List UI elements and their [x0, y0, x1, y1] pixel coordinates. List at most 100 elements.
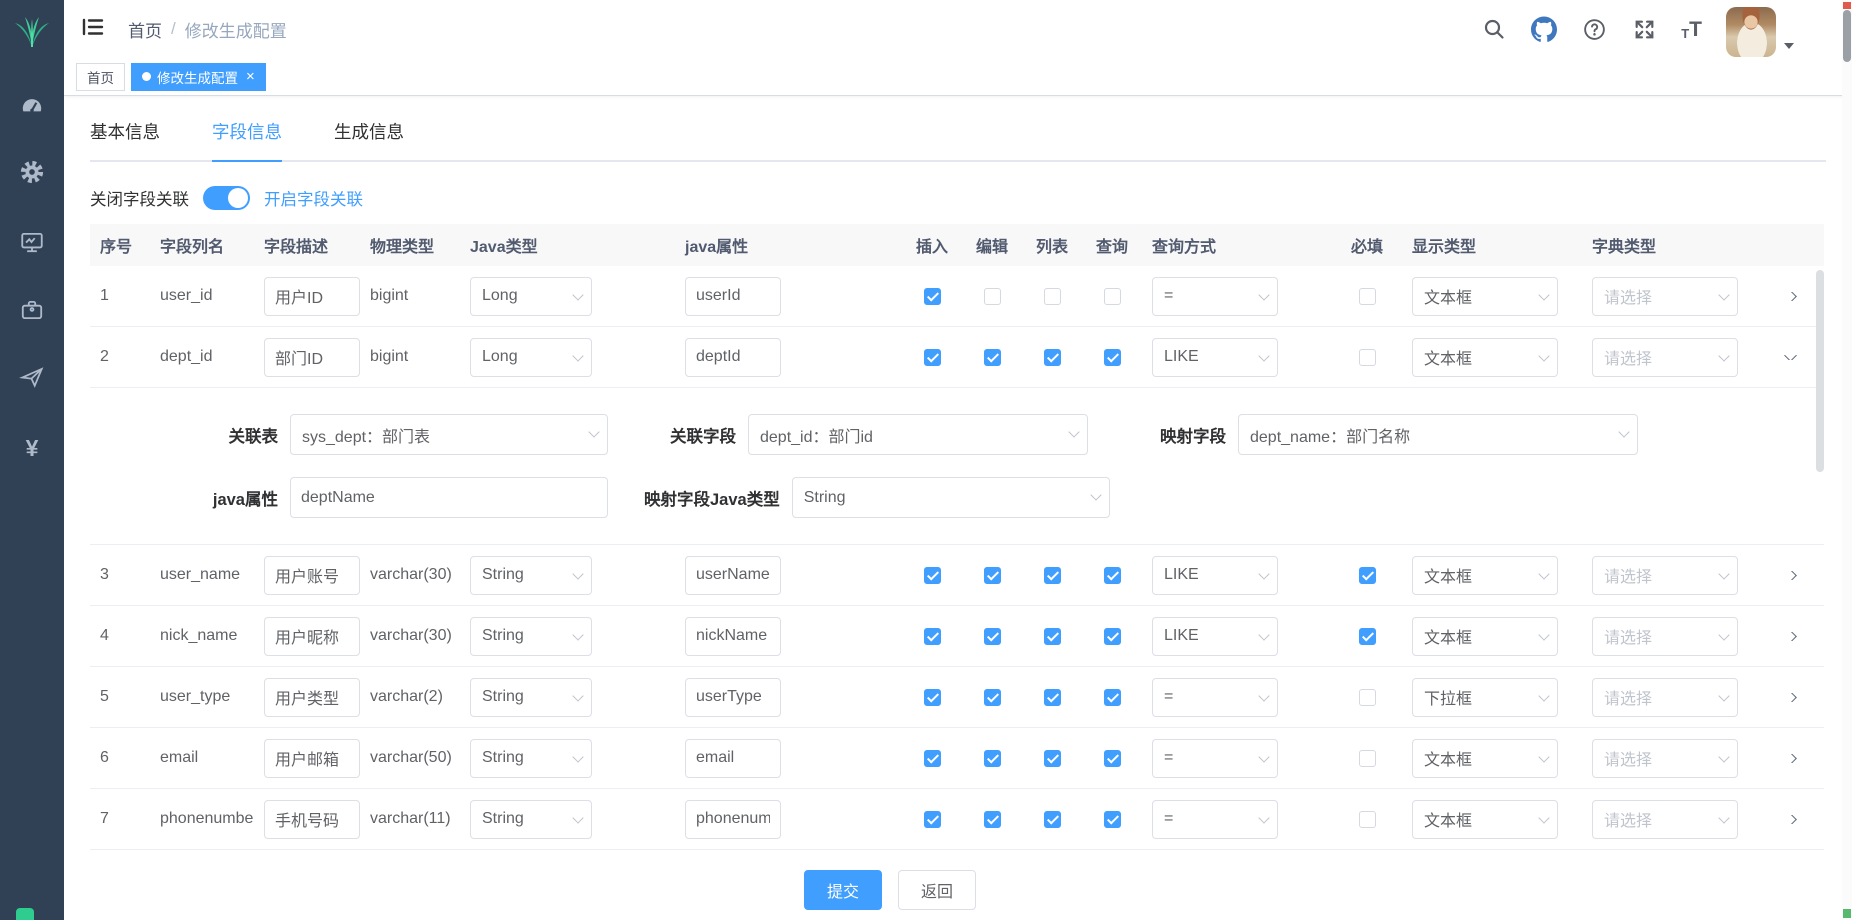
query-type-select[interactable]: LIKE: [1152, 617, 1278, 656]
table-scrollbar[interactable]: [1816, 270, 1824, 472]
sidebar-item-tool[interactable]: [0, 290, 64, 330]
required-checkbox[interactable]: [1359, 288, 1376, 305]
edit-checkbox[interactable]: [984, 567, 1001, 584]
dict-type-select[interactable]: 请选择: [1592, 800, 1738, 839]
query-checkbox[interactable]: [1104, 349, 1121, 366]
sidebar-collapse-icon[interactable]: [76, 11, 110, 48]
query-checkbox[interactable]: [1104, 750, 1121, 767]
html-type-select[interactable]: 文本框: [1412, 739, 1558, 778]
list-checkbox[interactable]: [1044, 689, 1061, 706]
dict-type-select[interactable]: 请选择: [1592, 277, 1738, 316]
query-type-select[interactable]: LIKE: [1152, 338, 1278, 377]
insert-checkbox[interactable]: [924, 811, 941, 828]
html-type-select[interactable]: 文本框: [1412, 277, 1558, 316]
fullscreen-icon[interactable]: [1631, 16, 1657, 42]
tab-basic-info[interactable]: 基本信息: [90, 119, 160, 162]
help-icon[interactable]: [1581, 16, 1607, 42]
required-checkbox[interactable]: [1359, 349, 1376, 366]
map-field-select[interactable]: dept_name：部门名称: [1238, 414, 1638, 455]
list-checkbox[interactable]: [1044, 811, 1061, 828]
insert-checkbox[interactable]: [924, 567, 941, 584]
column-desc-input[interactable]: [264, 277, 360, 316]
query-checkbox[interactable]: [1104, 567, 1121, 584]
expand-icon[interactable]: [1784, 355, 1797, 360]
assoc-table-select[interactable]: sys_dept：部门表: [290, 414, 608, 455]
sidebar-item-pay[interactable]: ¥: [0, 428, 64, 468]
required-checkbox[interactable]: [1359, 628, 1376, 645]
java-field-input[interactable]: [685, 556, 781, 595]
query-checkbox[interactable]: [1104, 811, 1121, 828]
column-desc-input[interactable]: [264, 556, 360, 595]
aloe-plant-logo[interactable]: [0, 10, 64, 54]
map-java-type-select[interactable]: String: [792, 477, 1110, 518]
query-checkbox[interactable]: [1104, 689, 1121, 706]
column-desc-input[interactable]: [264, 338, 360, 377]
list-checkbox[interactable]: [1044, 349, 1061, 366]
back-button[interactable]: 返回: [898, 870, 976, 910]
expand-icon[interactable]: [1784, 815, 1797, 824]
insert-checkbox[interactable]: [924, 689, 941, 706]
search-icon[interactable]: [1481, 16, 1507, 42]
java-type-select[interactable]: String: [470, 800, 592, 839]
java-field-input[interactable]: [685, 800, 781, 839]
html-type-select[interactable]: 下拉框: [1412, 678, 1558, 717]
java-type-select[interactable]: String: [470, 678, 592, 717]
avatar[interactable]: [1726, 7, 1776, 57]
edit-checkbox[interactable]: [984, 750, 1001, 767]
dict-type-select[interactable]: 请选择: [1592, 556, 1738, 595]
query-type-select[interactable]: LIKE: [1152, 556, 1278, 595]
html-type-select[interactable]: 文本框: [1412, 338, 1558, 377]
html-type-select[interactable]: 文本框: [1412, 617, 1558, 656]
page-scrollbar[interactable]: [1842, 0, 1852, 920]
query-type-select[interactable]: =: [1152, 678, 1278, 717]
query-checkbox[interactable]: [1104, 628, 1121, 645]
required-checkbox[interactable]: [1359, 689, 1376, 706]
java-type-select[interactable]: String: [470, 556, 592, 595]
insert-checkbox[interactable]: [924, 750, 941, 767]
java-field-input[interactable]: [685, 277, 781, 316]
java-type-select[interactable]: Long: [470, 338, 592, 377]
insert-checkbox[interactable]: [924, 349, 941, 366]
expand-icon[interactable]: [1784, 693, 1797, 702]
insert-checkbox[interactable]: [924, 628, 941, 645]
assoc-field-select[interactable]: dept_id：部门id: [748, 414, 1088, 455]
html-type-select[interactable]: 文本框: [1412, 556, 1558, 595]
java-field-input[interactable]: [685, 739, 781, 778]
tab-gen-info[interactable]: 生成信息: [334, 119, 404, 162]
font-size-icon[interactable]: TT: [1681, 19, 1702, 40]
relation-toggle[interactable]: [203, 186, 250, 210]
list-checkbox[interactable]: [1044, 628, 1061, 645]
edit-checkbox[interactable]: [984, 628, 1001, 645]
java-attr-input[interactable]: [290, 477, 608, 518]
column-desc-input[interactable]: [264, 800, 360, 839]
java-type-select[interactable]: Long: [470, 277, 592, 316]
column-desc-input[interactable]: [264, 617, 360, 656]
query-type-select[interactable]: =: [1152, 739, 1278, 778]
list-checkbox[interactable]: [1044, 567, 1061, 584]
dict-type-select[interactable]: 请选择: [1592, 617, 1738, 656]
required-checkbox[interactable]: [1359, 750, 1376, 767]
column-desc-input[interactable]: [264, 678, 360, 717]
user-menu[interactable]: [1726, 1, 1794, 57]
column-desc-input[interactable]: [264, 739, 360, 778]
required-checkbox[interactable]: [1359, 567, 1376, 584]
tab-field-info[interactable]: 字段信息: [212, 119, 282, 162]
edit-checkbox[interactable]: [984, 349, 1001, 366]
html-type-select[interactable]: 文本框: [1412, 800, 1558, 839]
java-type-select[interactable]: String: [470, 739, 592, 778]
java-field-input[interactable]: [685, 678, 781, 717]
close-icon[interactable]: ×: [246, 69, 255, 84]
edit-checkbox[interactable]: [984, 689, 1001, 706]
submit-button[interactable]: 提交: [804, 870, 882, 910]
edit-checkbox[interactable]: [984, 811, 1001, 828]
sidebar-item-dashboard[interactable]: [0, 86, 64, 126]
sidebar-item-monitor[interactable]: [0, 222, 64, 262]
query-checkbox[interactable]: [1104, 288, 1121, 305]
required-checkbox[interactable]: [1359, 811, 1376, 828]
query-type-select[interactable]: =: [1152, 800, 1278, 839]
edit-checkbox[interactable]: [984, 288, 1001, 305]
dict-type-select[interactable]: 请选择: [1592, 678, 1738, 717]
tag-current[interactable]: 修改生成配置 ×: [131, 63, 266, 91]
breadcrumb-home[interactable]: 首页: [128, 17, 162, 42]
sidebar-item-guide[interactable]: [0, 357, 64, 397]
